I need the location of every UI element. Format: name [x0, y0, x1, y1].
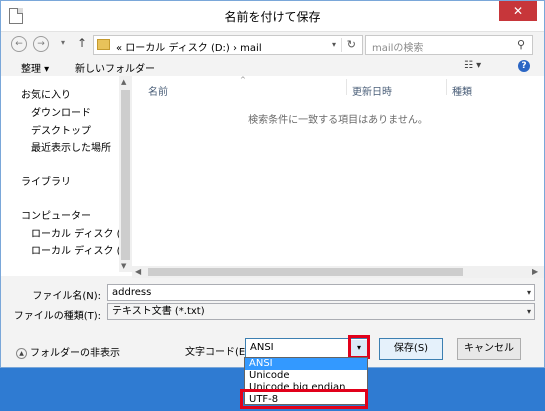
sort-indicator-icon: ^ [240, 76, 246, 84]
refresh-icon[interactable]: ↻ [347, 38, 356, 51]
search-input[interactable]: mailの検索 [372, 39, 423, 54]
sidebar-item-computer[interactable]: コンピューター [21, 207, 121, 222]
scroll-left-icon[interactable]: ◀ [135, 267, 141, 276]
scroll-down-icon[interactable]: ▼ [121, 262, 126, 270]
breadcrumb[interactable]: « ローカル ディスク (D:) › mail [116, 39, 262, 54]
navigation-bar: ← → ▾ ↑ « ローカル ディスク (D:) › mail ▾ ↻ mail… [1, 32, 544, 58]
column-modified[interactable]: 更新日時 [352, 83, 392, 98]
scroll-right-icon[interactable]: ▶ [532, 267, 538, 276]
save-button[interactable]: 保存(S) [379, 338, 443, 360]
collapse-icon: ▲ [16, 347, 27, 359]
address-bar[interactable]: « ローカル ディスク (D:) › mail ▾ ↻ [93, 35, 363, 55]
sidebar-item-label: 最近表示した場所 [31, 143, 111, 154]
highlight-utf8-option [240, 389, 368, 409]
back-button[interactable]: ← [11, 36, 27, 52]
hide-folders-button[interactable]: ▲ フォルダーの非表示 [16, 344, 120, 359]
scroll-thumb[interactable] [121, 90, 130, 260]
view-options-icon[interactable]: ☷ ▾ [464, 60, 481, 71]
organize-button[interactable]: 整理 ▾ [21, 60, 49, 75]
sidebar-item-label: デスクトップ [31, 126, 91, 137]
file-list[interactable]: 名前 ^ 更新日時 種類 検索条件に一致する項目はありません。 [132, 76, 544, 266]
filename-dropdown-icon[interactable]: ▾ [527, 285, 531, 300]
search-box[interactable]: mailの検索 ⚲ [365, 35, 533, 55]
sidebar-item-label: コンピューター [21, 211, 91, 222]
sidebar-item-label: お気に入り [21, 90, 71, 101]
search-icon[interactable]: ⚲ [517, 38, 525, 51]
encoding-option-unicode[interactable]: Unicode [245, 370, 367, 382]
sidebar-item-libraries[interactable]: ライブラリ [21, 173, 121, 188]
sidebar-item-local-disk-c[interactable]: ローカル ディスク (C [31, 225, 119, 240]
sidebar-item-downloads[interactable]: ダウンロード [31, 104, 119, 119]
filetype-value: テキスト文書 (*.txt) [112, 306, 205, 317]
command-toolbar: 整理 ▾ 新しいフォルダー ☷ ▾ ? [1, 58, 544, 76]
sidebar-item-desktop[interactable]: デスクトップ [31, 122, 119, 137]
navigation-pane: ★ お気に入り ダウンロード デスクトップ 最近表示した場所 ライブラリ コンピ… [1, 76, 132, 276]
address-separator [341, 38, 342, 52]
empty-message: 検索条件に一致する項目はありません。 [248, 115, 428, 126]
new-folder-button[interactable]: 新しいフォルダー [75, 60, 155, 75]
encoding-label: 文字コード(E): [185, 347, 253, 358]
column-type[interactable]: 種類 [452, 83, 472, 98]
encoding-value: ANSI [250, 342, 274, 353]
encoding-option-ansi[interactable]: ANSI [245, 358, 367, 370]
sidebar-item-favorites[interactable]: ★ お気に入り [21, 86, 121, 101]
window-title: 名前を付けて保存 [224, 10, 321, 24]
navigation-pane-scrollbar[interactable]: ▲ ▼ [119, 76, 132, 272]
filetype-select[interactable]: テキスト文書 (*.txt) ▾ [107, 303, 535, 320]
sidebar-item-label: ローカル ディスク (D [31, 246, 119, 257]
filename-value[interactable]: address [112, 287, 151, 298]
column-divider [446, 79, 447, 95]
cancel-button[interactable]: キャンセル [457, 338, 521, 360]
sidebar-item-recent-places[interactable]: 最近表示した場所 [31, 139, 119, 154]
sidebar-item-label: ダウンロード [31, 108, 91, 119]
filetype-dropdown-icon[interactable]: ▾ [527, 304, 531, 319]
filetype-label: ファイルの種類(T): [13, 311, 101, 322]
scroll-up-icon[interactable]: ▲ [121, 78, 126, 86]
filename-label: ファイル名(N): [32, 291, 101, 302]
column-name[interactable]: 名前 [148, 83, 168, 98]
sidebar-item-local-disk-d[interactable]: ローカル ディスク (D [31, 242, 119, 257]
close-button[interactable]: ✕ [499, 1, 537, 21]
hide-folders-label: フォルダーの非表示 [30, 348, 120, 359]
help-icon[interactable]: ? [518, 60, 530, 72]
recent-locations-dropdown-icon[interactable]: ▾ [61, 38, 65, 47]
file-list-hscrollbar[interactable]: ◀ ▶ [132, 266, 544, 278]
filename-field[interactable]: address ▾ [107, 284, 535, 301]
sidebar-item-label: ライブラリ [21, 177, 71, 188]
address-dropdown-icon[interactable]: ▾ [332, 40, 336, 49]
hscroll-thumb[interactable] [148, 268, 463, 276]
title-bar: 名前を付けて保存 ✕ [1, 1, 544, 32]
sidebar-item-label: ローカル ディスク (C [31, 229, 119, 240]
save-as-dialog: 名前を付けて保存 ✕ ← → ▾ ↑ « ローカル ディスク (D:) › ma… [0, 0, 545, 368]
highlight-dropdown-button [348, 335, 370, 359]
folder-icon [97, 39, 110, 50]
column-divider [346, 79, 347, 95]
up-folder-button[interactable]: ↑ [77, 36, 87, 50]
forward-button[interactable]: → [33, 36, 49, 52]
